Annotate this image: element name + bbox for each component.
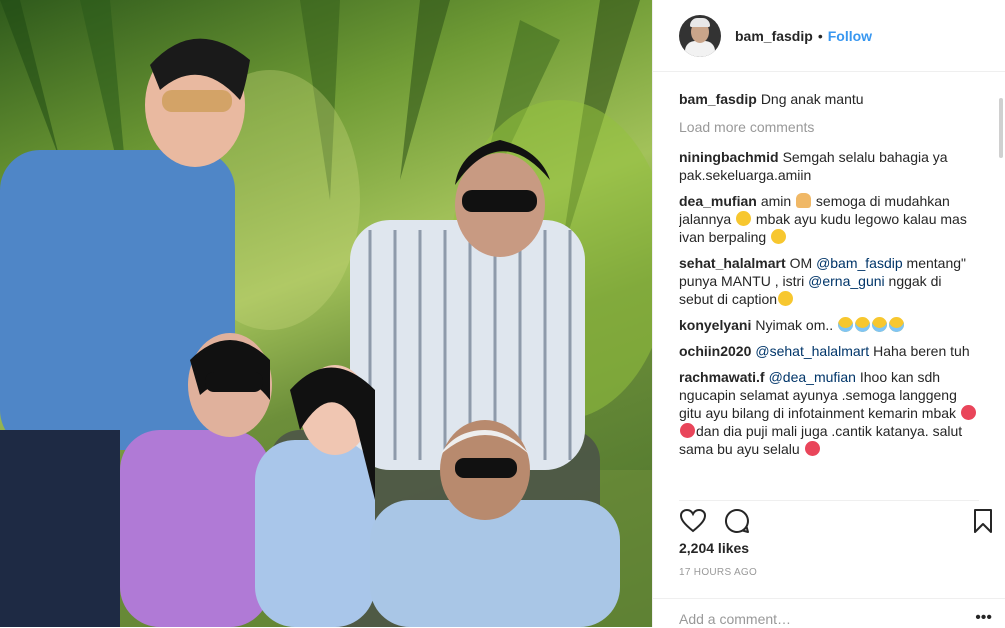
post-photo[interactable]	[0, 0, 652, 627]
action-bar	[679, 500, 992, 537]
scrollbar[interactable]	[999, 92, 1003, 592]
photo-illustration	[0, 0, 652, 627]
comment-item: niningbachmid Semgah selalu bahagia ya pa…	[679, 148, 979, 184]
cry-emoji-icon	[889, 317, 905, 332]
comment-text: Haha beren tuh	[869, 343, 970, 359]
cry-emoji-icon	[855, 317, 871, 332]
heart-emoji-icon	[680, 423, 695, 438]
add-comment-bar: Add a comment… •••	[653, 598, 1005, 628]
grin-emoji-icon	[778, 291, 794, 306]
smile-emoji-icon	[736, 211, 752, 226]
comment-item: ochiin2020 @sehat_halalmart Haha beren tu…	[679, 342, 979, 360]
caption: bam_fasdip Dng anak mantu	[679, 90, 979, 108]
caption-text: Dng anak mantu	[760, 91, 864, 107]
comment-text: dan dia puji mali juga .cantik katanya. …	[679, 423, 963, 457]
header-separator: •	[817, 27, 823, 44]
comment-text: amin	[760, 193, 796, 209]
load-more-comments-button[interactable]: Load more comments	[679, 118, 979, 136]
header-username[interactable]: bam_fasdip	[735, 28, 813, 44]
instagram-post: bam_fasdip • Follow bam_fasdip Dng anak m…	[0, 0, 1005, 627]
comment-container: niningbachmid Semgah selalu bahagia ya pa…	[679, 148, 979, 458]
more-options-icon[interactable]: •••	[975, 609, 992, 627]
bookmark-icon[interactable]	[969, 507, 997, 535]
add-comment-input[interactable]: Add a comment…	[679, 611, 791, 627]
comment-username[interactable]: sehat_halalmart	[679, 255, 786, 271]
caption-username[interactable]: bam_fasdip	[679, 91, 757, 107]
comment-item: rachmawati.f @dea_mufian Ihoo kan sdh ngu…	[679, 368, 979, 458]
follow-button[interactable]: Follow	[828, 28, 872, 44]
comment-item: sehat_halalmart OM @bam_fasdip mentang" p…	[679, 254, 979, 308]
mention-link[interactable]: @sehat_halalmart	[755, 343, 869, 359]
smile-emoji-icon	[771, 229, 787, 244]
likes-count[interactable]: 2,204 likes	[679, 540, 749, 556]
post-header: bam_fasdip • Follow	[653, 0, 1005, 72]
comment-username[interactable]: konyelyani	[679, 317, 751, 333]
comment-text: OM	[789, 255, 817, 271]
comment-item: konyelyani Nyimak om..	[679, 316, 979, 334]
avatar[interactable]	[679, 14, 721, 57]
comment-username[interactable]: rachmawati.f	[679, 369, 765, 385]
mention-link[interactable]: @bam_fasdip	[816, 255, 903, 271]
mention-link[interactable]: @erna_guni	[808, 273, 885, 289]
comment-username[interactable]: ochiin2020	[679, 343, 751, 359]
comment-item: dea_mufian amin semoga di mudahkan jalann…	[679, 192, 979, 246]
heart-emoji-icon	[804, 441, 820, 456]
pray-emoji-icon	[796, 193, 812, 208]
comments-list[interactable]: bam_fasdip Dng anak mantu Load more comme…	[679, 90, 979, 492]
mention-link[interactable]: @dea_mufian	[769, 369, 856, 385]
scrollbar-thumb[interactable]	[999, 98, 1003, 158]
heart-emoji-icon	[960, 405, 976, 420]
post-timestamp: 17 HOURS AGO	[679, 567, 758, 578]
cry-emoji-icon	[872, 317, 888, 332]
cry-emoji-icon	[838, 317, 854, 332]
comment-username[interactable]: dea_mufian	[679, 193, 757, 209]
post-sidebar: bam_fasdip • Follow bam_fasdip Dng anak m…	[652, 0, 1005, 627]
heart-icon[interactable]	[679, 507, 707, 535]
comment-username[interactable]: niningbachmid	[679, 149, 779, 165]
comment-text: Nyimak om..	[755, 317, 838, 333]
comment-icon[interactable]	[723, 507, 751, 535]
